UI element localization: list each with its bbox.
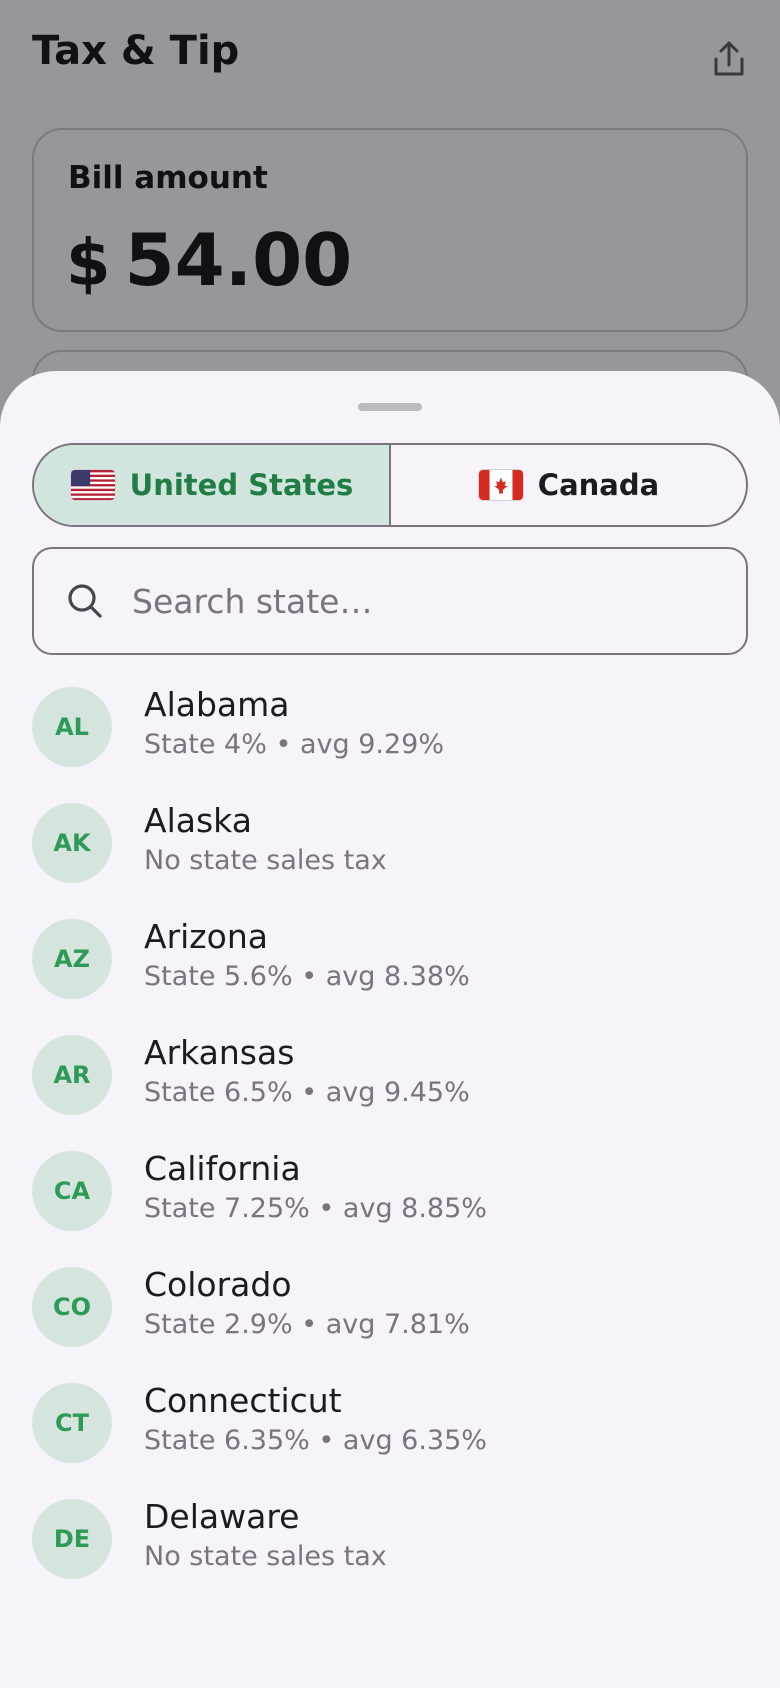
state-name: Arkansas xyxy=(144,1033,295,1072)
list-item-alabama[interactable]: AL Alabama State 4% • avg 9.29% xyxy=(0,671,780,787)
state-tax-detail: No state sales tax xyxy=(144,845,387,876)
state-code-avatar: CA xyxy=(32,1151,112,1231)
country-label-united-states: United States xyxy=(129,468,354,502)
state-code-avatar: AR xyxy=(32,1035,112,1115)
state-tax-detail: No state sales tax xyxy=(144,1541,387,1572)
state-code-avatar: AZ xyxy=(32,919,112,999)
state-code-avatar: AL xyxy=(32,687,112,767)
state-name: Alabama xyxy=(144,685,290,724)
state-tax-detail: State 6.5% • avg 9.45% xyxy=(144,1077,470,1108)
country-label-canada: Canada xyxy=(537,468,660,502)
list-item-alaska[interactable]: AK Alaska No state sales tax xyxy=(0,787,780,903)
search-state-input[interactable] xyxy=(132,581,692,621)
state-tax-detail: State 5.6% • avg 8.38% xyxy=(144,961,470,992)
drag-handle[interactable] xyxy=(358,403,422,411)
state-tax-detail: State 7.25% • avg 8.85% xyxy=(144,1193,487,1224)
list-item-arizona[interactable]: AZ Arizona State 5.6% • avg 8.38% xyxy=(0,903,780,1019)
list-item-arkansas[interactable]: AR Arkansas State 6.5% • avg 9.45% xyxy=(0,1019,780,1135)
state-name: Delaware xyxy=(144,1497,300,1536)
state-list: AL Alabama State 4% • avg 9.29% AK Alask… xyxy=(0,671,780,1599)
state-code-avatar: DE xyxy=(32,1499,112,1579)
list-item-delaware[interactable]: DE Delaware No state sales tax xyxy=(0,1483,780,1599)
state-name: Connecticut xyxy=(144,1381,342,1420)
state-name: California xyxy=(144,1149,301,1188)
country-option-canada[interactable]: Canada xyxy=(391,445,746,525)
country-selector: United States Canada xyxy=(32,443,748,527)
search-icon xyxy=(68,584,102,618)
state-tax-detail: State 6.35% • avg 6.35% xyxy=(144,1425,487,1456)
us-flag-icon xyxy=(69,469,116,501)
state-code-avatar: CO xyxy=(32,1267,112,1347)
list-item-california[interactable]: CA California State 7.25% • avg 8.85% xyxy=(0,1135,780,1251)
list-item-colorado[interactable]: CO Colorado State 2.9% • avg 7.81% xyxy=(0,1251,780,1367)
state-tax-detail: State 2.9% • avg 7.81% xyxy=(144,1309,470,1340)
canada-flag-icon xyxy=(477,469,524,501)
list-item-connecticut[interactable]: CT Connecticut State 6.35% • avg 6.35% xyxy=(0,1367,780,1483)
state-tax-detail: State 4% • avg 9.29% xyxy=(144,729,444,760)
search-state-field[interactable] xyxy=(32,547,748,655)
state-name: Colorado xyxy=(144,1265,292,1304)
state-name: Alaska xyxy=(144,801,252,840)
state-code-avatar: CT xyxy=(32,1383,112,1463)
country-option-united-states[interactable]: United States xyxy=(34,445,391,525)
state-code-avatar: AK xyxy=(32,803,112,883)
state-name: Arizona xyxy=(144,917,268,956)
state-picker-sheet: United States Canada AL Alabama State 4%… xyxy=(0,371,780,1688)
